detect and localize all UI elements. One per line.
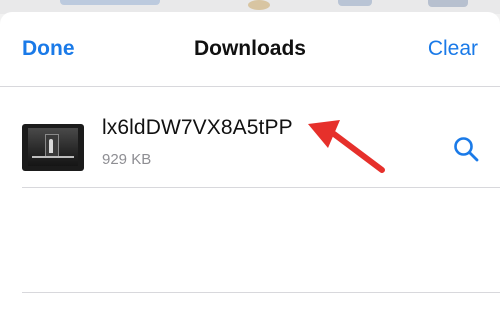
divider (22, 187, 500, 188)
file-name: lx6ldDW7VX8A5tPP (102, 116, 293, 139)
divider (22, 292, 500, 293)
file-thumbnail (22, 124, 84, 171)
nav-bar: Done Downloads Clear (0, 12, 500, 86)
page-title: Downloads (193, 37, 306, 60)
background-element (60, 0, 160, 5)
download-row[interactable]: lx6ldDW7VX8A5tPP 929 KB (0, 87, 500, 187)
search-icon[interactable] (452, 135, 480, 163)
background-element (248, 0, 270, 10)
annotation-arrow-icon (308, 120, 385, 173)
downloads-sheet: Done Downloads Clear lx6ldDW7VX8A5tPP 92… (0, 12, 500, 329)
background-element (428, 0, 468, 7)
file-size: 929 KB (102, 151, 152, 168)
background-element (338, 0, 372, 6)
clear-button[interactable]: Clear (428, 36, 478, 62)
